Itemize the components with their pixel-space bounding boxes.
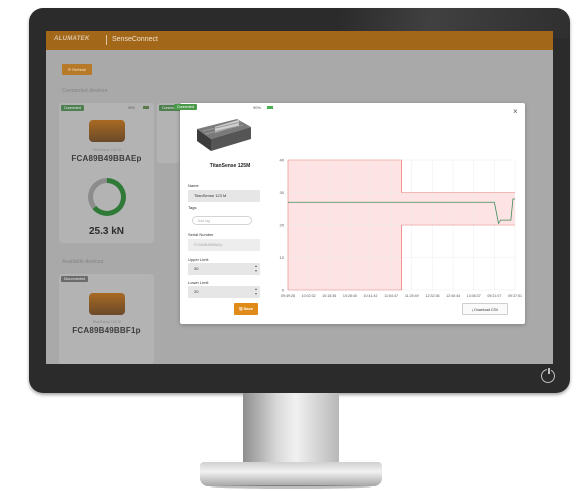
- y-tick-label: 0: [282, 288, 285, 293]
- device-subtitle: TitanSense 123 M: [92, 148, 121, 152]
- x-tick-label: 12:32:36: [425, 294, 439, 298]
- app-header: ALUMATEK SenseConnect: [46, 31, 553, 50]
- monitor-stand-neck: [243, 393, 339, 465]
- serial-number-label: Serial Number: [188, 232, 214, 237]
- x-tick-label: 10:28:40: [343, 294, 357, 298]
- save-label: Save: [243, 306, 253, 311]
- device-detail-dialog: Connected 90% × TitanSense 125M Name Tit…: [174, 103, 525, 324]
- refresh-button[interactable]: ⟳ Refresh: [62, 64, 92, 75]
- x-tick-label: 09:37:51: [508, 294, 522, 298]
- device-card[interactable]: [157, 103, 179, 163]
- device-id: FCA89B49BBF1p: [72, 326, 141, 335]
- x-tick-label: 10:41:42: [364, 294, 378, 298]
- lower-limit-stepper[interactable]: 20 ▴ ▾: [188, 286, 260, 298]
- battery-percent: 90%: [128, 106, 136, 110]
- battery-icon: [267, 106, 273, 109]
- status-badge: Connected: [61, 105, 84, 111]
- device-id: FCA89B49BBAEp: [71, 154, 142, 163]
- x-tick-label: 09:49:28: [281, 294, 295, 298]
- header-divider: [106, 35, 107, 45]
- upper-limit-value: 30: [194, 266, 199, 271]
- stand-shadow: [210, 485, 372, 489]
- tags-label: Tags: [188, 205, 197, 210]
- y-tick-label: 10: [280, 255, 285, 260]
- x-tick-label: 10:02:32: [302, 294, 316, 298]
- device-image: [89, 293, 125, 315]
- close-icon[interactable]: ×: [513, 107, 518, 116]
- device-image: [197, 119, 251, 151]
- lower-limit-label: Lower Limit: [188, 280, 209, 285]
- available-devices-heading: Available devices: [62, 259, 104, 265]
- status-badge: Connected: [174, 104, 197, 110]
- status-badge: Disconnected: [61, 276, 89, 282]
- app-title: SenseConnect: [112, 36, 158, 43]
- force-reading: 25.3 kN: [88, 226, 125, 237]
- name-label: Name: [188, 183, 199, 188]
- y-tick-label: 30: [280, 190, 285, 195]
- connected-devices-heading: Connected devices: [62, 88, 108, 94]
- screen: ALUMATEK SenseConnect ⟳ Refresh Connecte…: [46, 31, 553, 364]
- x-tick-label: 10:15:36: [322, 294, 336, 298]
- name-field[interactable]: TitanSense 123 M: [188, 190, 260, 202]
- monitor-stand-base: [200, 462, 382, 486]
- lower-limit-value: 20: [194, 289, 199, 294]
- battery-percent: 90%: [253, 105, 262, 110]
- battery-icon: [143, 106, 149, 109]
- device-image: [89, 120, 125, 142]
- stepper-arrows-icon[interactable]: ▴ ▾: [254, 264, 258, 274]
- x-tick-label: 11:25:49: [405, 294, 419, 298]
- monitor-bezel: ALUMATEK SenseConnect ⟳ Refresh Connecte…: [29, 8, 570, 393]
- upper-limit-label: Upper Limit: [188, 257, 209, 262]
- upper-limit-stepper[interactable]: 30 ▴ ▾: [188, 263, 260, 275]
- gauge-center: [93, 183, 121, 211]
- device-card[interactable]: [59, 274, 154, 364]
- save-button[interactable]: 🖫 Save: [234, 303, 258, 315]
- brand-logo: ALUMATEK: [54, 36, 90, 42]
- x-tick-label: 11:54:47: [384, 294, 398, 298]
- x-tick-label: 13:06:37: [467, 294, 481, 298]
- y-tick-label: 20: [280, 223, 285, 228]
- x-tick-label: 09:21:07: [487, 294, 501, 298]
- serial-number-field: FCA89B49BBAEp: [188, 239, 260, 251]
- device-subtitle: TitanSense 123 M: [92, 320, 121, 324]
- device-model-name: TitanSense 125M: [209, 163, 251, 169]
- x-tick-label: 12:40:44: [446, 294, 460, 298]
- tag-input[interactable]: Add tag: [192, 216, 252, 225]
- force-chart: 0 10 20 30 40 09:49:28 10:02:32 10:15:36 10:28:4…: [280, 158, 522, 299]
- power-icon[interactable]: [541, 368, 555, 383]
- stepper-arrows-icon[interactable]: ▴ ▾: [254, 287, 258, 297]
- y-tick-label: 40: [280, 158, 285, 163]
